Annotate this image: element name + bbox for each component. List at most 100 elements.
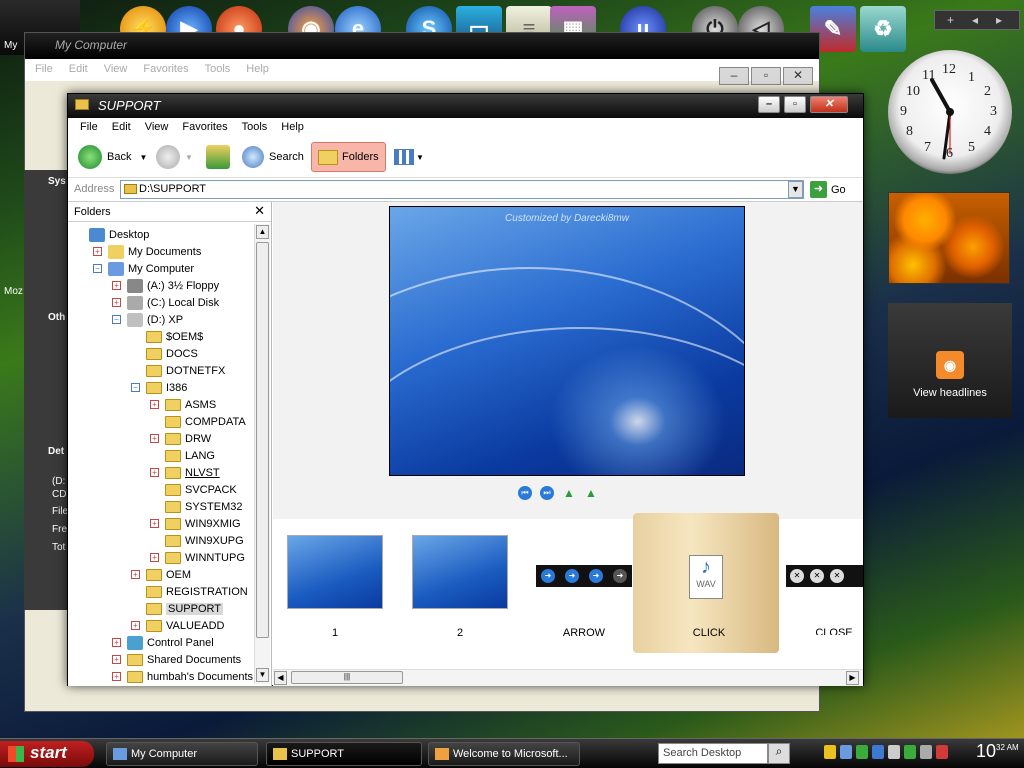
menu-favorites[interactable]: Favorites	[182, 121, 227, 138]
scrollbar-thumb[interactable]	[256, 242, 269, 638]
thumbnail-1[interactable]: 1	[287, 525, 383, 639]
up-folder-button[interactable]	[206, 142, 235, 172]
image-preview[interactable]: Customized by Darecki8mw	[389, 206, 745, 476]
forward-button[interactable]: ▼	[156, 142, 193, 172]
search-desktop-icon[interactable]: ⌕	[768, 743, 790, 764]
expand-icon[interactable]: +	[131, 621, 140, 630]
back-button[interactable]: Back ▼	[78, 142, 147, 172]
rotate-clockwise-icon[interactable]: ▲	[562, 486, 576, 500]
thumbnail-click[interactable]: ♪ WAV CLICK	[633, 513, 779, 653]
tree-node[interactable]: Desktop	[74, 226, 149, 243]
expand-icon[interactable]: +	[150, 468, 159, 477]
tree-node[interactable]: + Shared Documents	[112, 651, 241, 668]
window-titlebar[interactable]: SUPPORT – ▫ ✕	[68, 94, 863, 118]
bg-menu-help[interactable]: Help	[246, 63, 269, 77]
update-icon[interactable]	[920, 745, 932, 759]
desktop-my-computer-label[interactable]: My	[4, 40, 17, 51]
tree-node[interactable]: COMPDATA	[150, 413, 246, 430]
horizontal-scrollbar-thumb[interactable]: |||	[291, 671, 403, 684]
safely-remove-icon[interactable]	[904, 745, 916, 759]
tree-node[interactable]: + OEM	[131, 566, 191, 583]
collapse-icon[interactable]: −	[131, 383, 140, 392]
expand-icon[interactable]: +	[112, 655, 121, 664]
folders-button[interactable]: Folders	[311, 142, 386, 172]
desktop-mozilla-label[interactable]: Moz	[4, 286, 23, 297]
expand-icon[interactable]: +	[150, 519, 159, 528]
menu-help[interactable]: Help	[281, 121, 304, 138]
tree-node[interactable]: + WIN9XMIG	[150, 515, 241, 532]
expand-icon[interactable]: +	[131, 570, 140, 579]
collapse-icon[interactable]: −	[112, 315, 121, 324]
menu-view[interactable]: View	[145, 121, 169, 138]
tree-node[interactable]: + ASMS	[150, 396, 216, 413]
start-button[interactable]: start	[0, 741, 94, 767]
sidebar-controls[interactable]: + ◂ ▸	[934, 10, 1020, 30]
tree-node[interactable]: + (C:) Local Disk	[112, 294, 219, 311]
minimize-button[interactable]: –	[758, 96, 780, 113]
tree-node[interactable]: REGISTRATION	[131, 583, 248, 600]
views-button[interactable]: ▼	[394, 142, 424, 172]
scroll-up-icon[interactable]: ▲	[256, 225, 269, 239]
tree-node[interactable]: SYSTEM32	[150, 498, 242, 515]
address-field[interactable]: D:\SUPPORT	[120, 180, 804, 199]
feed-headlines-gadget[interactable]: ◉ View headlines	[888, 303, 1012, 418]
clock-gadget[interactable]: 12 1 2 3 4 5 6 7 8 9 10 11	[888, 50, 1012, 174]
expand-icon[interactable]: +	[150, 434, 159, 443]
bg-menu-view[interactable]: View	[104, 63, 128, 77]
menu-tools[interactable]: Tools	[242, 121, 268, 138]
add-gadget-button[interactable]: +	[947, 13, 954, 27]
expand-icon[interactable]: +	[150, 553, 159, 562]
bg-menu-tools[interactable]: Tools	[205, 63, 231, 77]
address-dropdown-icon[interactable]: ▼	[788, 181, 803, 198]
tree-node[interactable]: SUPPORT	[131, 600, 223, 617]
collapse-icon[interactable]: −	[93, 264, 102, 273]
next-image-icon[interactable]: ⏭	[540, 486, 554, 500]
expand-icon[interactable]: +	[112, 298, 121, 307]
prev-icon[interactable]: ◂	[972, 13, 978, 27]
bg-close-button[interactable]: ✕	[783, 67, 813, 85]
tree-node[interactable]: − My Computer	[93, 260, 194, 277]
slideshow-gadget[interactable]	[888, 192, 1010, 284]
expand-icon[interactable]: +	[93, 247, 102, 256]
scroll-left-icon[interactable]: ◀	[274, 671, 287, 685]
tree-node[interactable]: + NLVST	[150, 464, 220, 481]
back-dropdown-icon[interactable]: ▼	[139, 153, 147, 162]
volume-icon[interactable]	[888, 745, 900, 759]
bg-minimize-button[interactable]: –	[719, 67, 749, 85]
rotate-counterclockwise-icon[interactable]: ▲	[584, 486, 598, 500]
expand-icon[interactable]: +	[112, 638, 121, 647]
thumbnail-close[interactable]: ✕ ✕ ✕ CLOSE	[786, 525, 863, 635]
network-icon[interactable]	[856, 745, 868, 759]
recycle-bin-icon[interactable]: ♻	[860, 6, 906, 52]
tree-node[interactable]: − (D:) XP	[112, 311, 183, 328]
tree-node[interactable]: + humbah's Documents	[112, 668, 253, 684]
scroll-right-icon[interactable]: ▶	[846, 671, 859, 685]
forward-dropdown-icon[interactable]: ▼	[185, 153, 193, 162]
previous-image-icon[interactable]: ⏮	[518, 486, 532, 500]
scroll-down-icon[interactable]: ▼	[256, 668, 269, 682]
thumbnail-2[interactable]: 2	[412, 525, 508, 639]
tree-node[interactable]: − I386	[131, 379, 187, 396]
shield-icon[interactable]	[824, 745, 836, 759]
bg-menu-favorites[interactable]: Favorites	[143, 63, 188, 77]
explorer-window-support[interactable]: SUPPORT – ▫ ✕ File Edit View Favorites T…	[67, 93, 864, 686]
close-button[interactable]: ✕	[810, 96, 848, 113]
taskbar-item-my-computer[interactable]: My Computer	[106, 742, 258, 766]
thumbnail-scrollbar[interactable]: ◀ ||| ▶	[273, 669, 863, 685]
search-tray-icon[interactable]	[840, 745, 852, 759]
thumbnail-arrow[interactable]: ➜ ➜ ➜ ➜ ARROW	[536, 525, 632, 639]
tree-node[interactable]: + VALUEADD	[131, 617, 224, 634]
views-dropdown-icon[interactable]: ▼	[416, 153, 424, 162]
search-button[interactable]: Search	[242, 142, 304, 172]
taskbar-item-welcome[interactable]: Welcome to Microsoft...	[428, 742, 580, 766]
tree-node[interactable]: + My Documents	[93, 243, 201, 260]
folder-tree-scrollbar[interactable]: ▲ ▼	[254, 224, 270, 684]
monitor-tray-icon[interactable]	[872, 745, 884, 759]
go-button[interactable]: ➜ Go	[810, 181, 846, 198]
view-headlines-link[interactable]: View headlines	[888, 387, 1012, 399]
tree-node[interactable]: DOCS	[131, 345, 198, 362]
tree-node[interactable]: $OEM$	[131, 328, 203, 345]
bg-menu-edit[interactable]: Edit	[69, 63, 88, 77]
tree-node[interactable]: + Control Panel	[112, 634, 214, 651]
expand-icon[interactable]: +	[112, 281, 121, 290]
